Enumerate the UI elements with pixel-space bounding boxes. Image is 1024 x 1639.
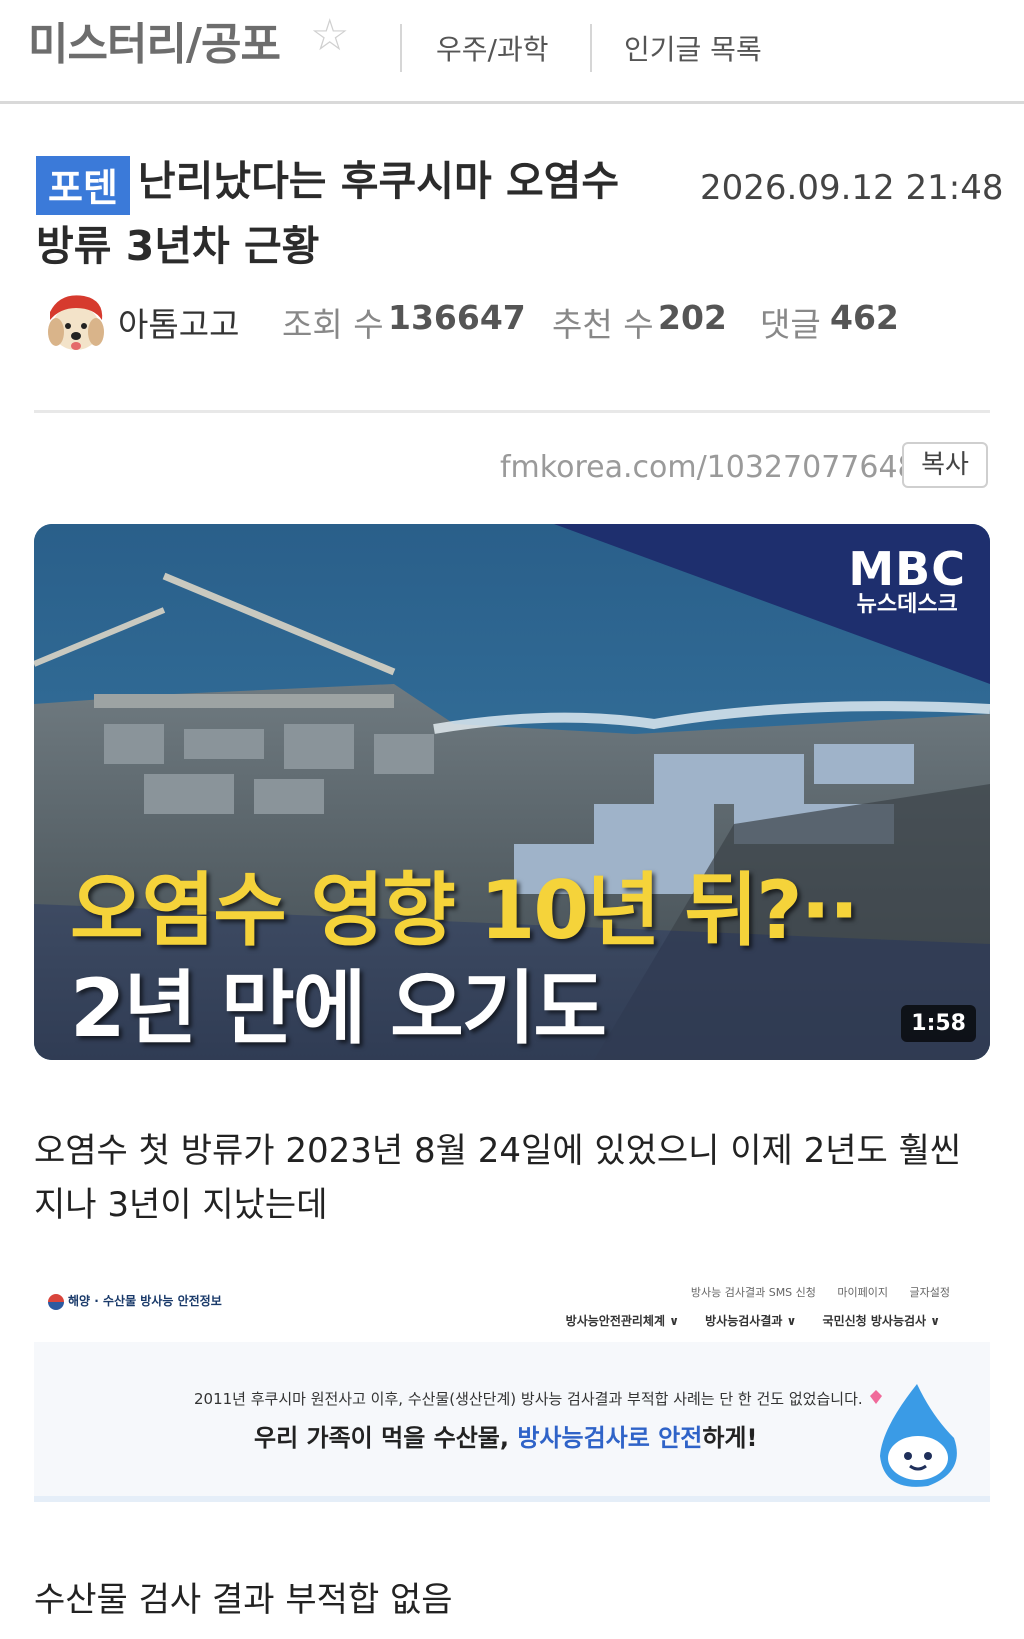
slogan-highlight: 방사능검사로 안전	[517, 1424, 703, 1452]
site-menu-item: 방사능검사결과 ∨	[705, 1314, 797, 1328]
site-util-sms: 방사능 검사결과 SMS 신청	[690, 1286, 816, 1299]
nav-divider	[400, 24, 402, 72]
post-title-line2: 방류 3년차 근황	[36, 222, 320, 270]
poten-badge: 포텐	[36, 156, 130, 215]
site-util-font: 글자설정	[909, 1286, 950, 1299]
likes-count: 202	[658, 298, 727, 337]
likes-label: 추천 수	[552, 305, 654, 344]
government-emblem-icon	[48, 1293, 64, 1310]
post-paragraph: 수산물 검사 결과 부적합 없음	[34, 1580, 453, 1620]
comments-label: 댓글	[760, 305, 821, 344]
nav-link-popular[interactable]: 인기글 목록	[624, 28, 762, 68]
site-menu-item: 방사능안전관리체계 ∨	[565, 1314, 679, 1328]
views-count: 136647	[388, 298, 526, 337]
divider	[34, 410, 990, 413]
embedded-site-screenshot: 해양 · 수산물 방사능 안전정보 방사능 검사결과 SMS 신청 마이페이지 …	[34, 1270, 990, 1510]
site-util-mypage: 마이페이지	[837, 1286, 889, 1299]
avatar[interactable]	[40, 290, 112, 356]
site-notice: 2011년 후쿠시마 원전사고 이후, 수산물(생산단계) 방사능 검사결과 부…	[194, 1390, 863, 1408]
views-label: 조회 수	[282, 305, 384, 344]
copy-url-button[interactable]: 복사	[902, 442, 988, 488]
nav-divider	[590, 24, 592, 72]
site-menu-item: 국민신청 방사능검사 ∨	[822, 1314, 940, 1328]
mbc-logo-text: MBC	[848, 542, 966, 596]
site-name: 해양 · 수산물 방사능 안전정보	[68, 1294, 222, 1308]
nav-link-science[interactable]: 우주/과학	[436, 28, 548, 68]
author-name[interactable]: 아톰고고	[118, 298, 239, 346]
post-title-line1: 난리났다는 후쿠시마 오염수	[137, 157, 620, 205]
site-logo: 해양 · 수산물 방사능 안전정보	[48, 1292, 222, 1310]
site-slogan: 우리 가족이 먹을 수산물, 방사능검사로 안전하게!	[254, 1418, 757, 1453]
site-menu: 방사능안전관리체계 ∨ 방사능검사결과 ∨ 국민신청 방사능검사 ∨	[544, 1312, 940, 1329]
video-thumbnail[interactable]: MBC 뉴스데스크 오염수 영향 10년 뒤?·· 2년 만에 오기도 1:58	[34, 524, 990, 1060]
comments-count: 462	[830, 298, 899, 337]
slogan-text: 우리 가족이 먹을 수산물,	[254, 1424, 518, 1452]
favorite-star-icon[interactable]: ☆	[310, 10, 349, 61]
video-duration: 1:58	[901, 1005, 976, 1042]
slogan-text-end: 하게!	[702, 1424, 758, 1452]
post-url[interactable]: fmkorea.com/10327077648	[500, 450, 917, 485]
board-title[interactable]: 미스터리/공포	[28, 8, 281, 72]
post-date: 2026.09.12 21:48	[700, 168, 1004, 208]
water-drop-mascot-icon	[870, 1384, 957, 1487]
mbc-logo-subtext: 뉴스데스크	[856, 592, 958, 617]
video-caption-line2: 2년 만에 오기도	[70, 962, 607, 1055]
post-paragraph: 오염수 첫 방류가 2023년 8월 24일에 있었으니 이제 2년도 훨씬 지…	[34, 1131, 962, 1225]
site-util-links: 방사능 검사결과 SMS 신청 마이페이지 글자설정	[673, 1284, 950, 1300]
board-nav: 미스터리/공포 ☆ 우주/과학 인기글 목록	[0, 0, 1024, 104]
mbc-logo: MBC 뉴스데스크	[848, 546, 966, 618]
